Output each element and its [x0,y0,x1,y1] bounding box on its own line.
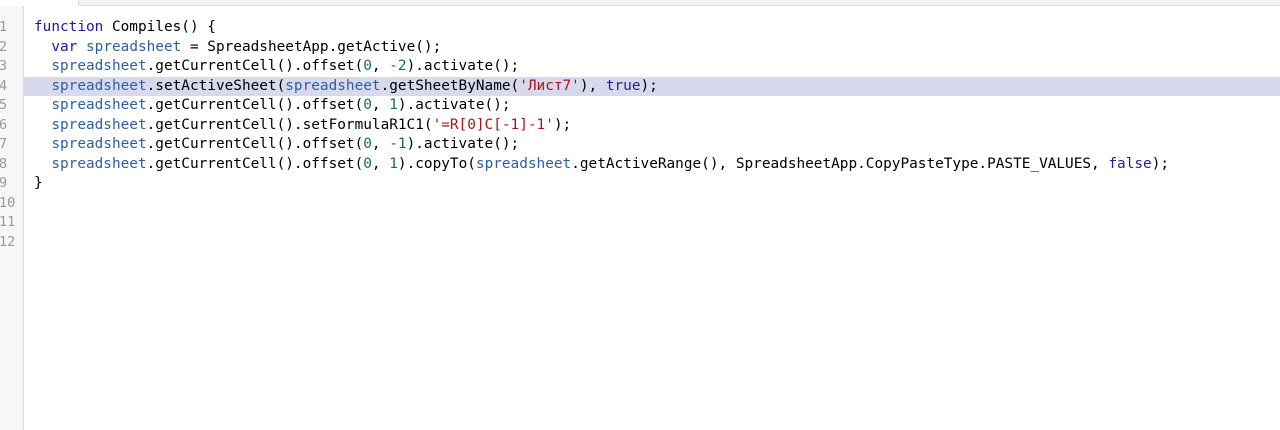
code-line[interactable]: spreadsheet.getCurrentCell().offset(0, 1… [24,96,1280,116]
code-token-num: 1 [389,97,398,113]
code-token-var: spreadsheet [51,116,147,133]
line-number: 5 [0,97,8,113]
line-number: 6 [0,116,8,133]
code-token-plain: , [371,136,390,152]
code-line[interactable] [24,233,1280,253]
code-token-kw: false [1108,155,1152,172]
code-token-plain: .getCurrentCell().offset( [146,58,364,74]
code-line-active[interactable]: spreadsheet.setActiveSheet(spreadsheet.g… [24,76,1280,96]
code-token-num: 0 [363,97,372,113]
line-number: 11 [0,214,16,230]
code-token-plain: ).activate(); [406,58,520,74]
code-token-kw: function [34,19,104,35]
code-token-var: spreadsheet [51,97,147,113]
code-token-plain: ); [1151,155,1170,172]
code-token-var: spreadsheet [475,155,572,172]
code-token-plain: ).activate(); [397,97,511,113]
line-number: 12 [0,233,16,250]
line-number: 2 [0,38,8,55]
code-token-kw: true [605,77,641,94]
line-number: 3 [0,58,8,74]
editor-tab-strip [0,0,1280,6]
code-line[interactable]: spreadsheet.getCurrentCell().setFormulaR… [24,116,1280,136]
code-token-num: 0 [363,155,372,172]
code-token-plain: .setActiveSheet( [146,77,286,94]
line-number: 10 [0,194,16,211]
code-token-num: 0 [363,58,372,74]
code-token-plain: ).copyTo( [397,155,476,172]
code-token-plain: .getSheetByName( [380,77,520,94]
code-line[interactable]: var spreadsheet = SpreadsheetApp.getActi… [24,38,1280,58]
code-area[interactable]: function Compiles() { var spreadsheet = … [24,18,1280,252]
code-token-num: -2 [389,58,407,74]
line-number: 9 [0,175,8,191]
code-token-var: spreadsheet [51,77,147,94]
code-line[interactable]: spreadsheet.getCurrentCell().offset(0, -… [24,135,1280,155]
code-token-var: spreadsheet [51,58,147,74]
code-token-plain: Compiles() { [103,19,216,35]
code-token-str: '=R[0]C[-1]-1' [432,116,554,133]
code-line[interactable]: spreadsheet.getCurrentCell().offset(0, -… [24,57,1280,77]
code-token-plain: = SpreadsheetApp.getActive(); [181,38,442,55]
code-token-var: spreadsheet [51,155,147,172]
code-token-plain: } [34,175,43,191]
code-line[interactable]: function Compiles() { [24,18,1280,38]
code-token-plain: .getActiveRange(), SpreadsheetApp.CopyPa… [571,155,1109,172]
code-token-plain: .getCurrentCell().setFormulaR1C1( [146,116,433,133]
code-token-kw: var [51,38,78,55]
code-token-plain: ); [640,77,658,94]
code-editor[interactable]: 1 2 3 4 5 6 7 8 9 10 11 12 function Compiles() { va… [0,0,1280,430]
code-token-plain: .getCurrentCell().offset( [146,155,364,172]
code-token-var: spreadsheet [285,77,381,94]
line-number: 8 [0,155,8,172]
code-line[interactable]: spreadsheet.getCurrentCell().offset(0, 1… [24,155,1280,175]
code-token-plain: ).activate(); [406,136,520,152]
code-line[interactable]: } [24,174,1280,194]
code-token-def: spreadsheet [86,38,182,55]
code-token-plain: ); [553,116,572,133]
code-token-plain: .getCurrentCell().offset( [146,136,364,152]
code-token-plain: , [371,97,390,113]
code-line[interactable] [24,213,1280,233]
code-token-plain: .getCurrentCell().offset( [146,97,364,113]
code-token-str: 'Лист7' [519,77,580,94]
line-number-gutter: 1 2 3 4 5 6 7 8 9 10 11 12 [0,6,24,430]
code-token-num: 0 [363,136,372,152]
code-token-var: spreadsheet [51,136,147,152]
code-token-plain: , [371,155,390,172]
code-token-plain: , [371,58,390,74]
code-line[interactable] [24,194,1280,214]
code-token-plain: ), [579,77,606,94]
line-number: 1 [0,19,8,35]
line-number: 7 [0,136,8,152]
code-token-num: 1 [389,155,398,172]
line-number: 4 [0,77,8,94]
code-token-num: -1 [389,136,407,152]
